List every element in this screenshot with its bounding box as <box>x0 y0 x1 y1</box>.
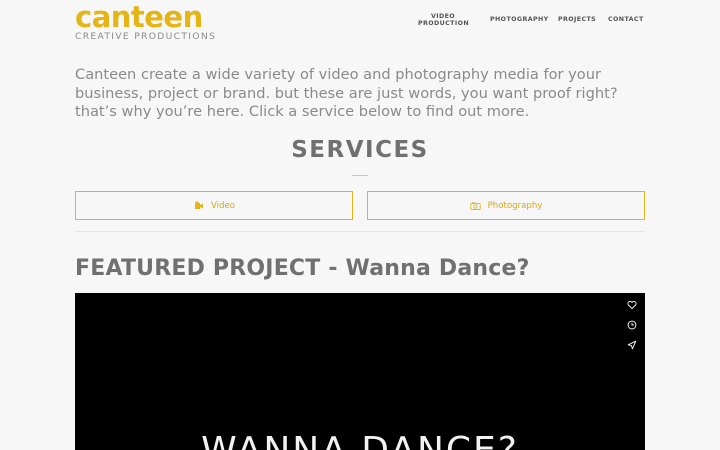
featured-video-player[interactable]: WANNA DANCE? <box>75 293 645 450</box>
site-header: canteen CREATIVE PRODUCTIONS VIDEO PRODU… <box>0 0 720 50</box>
nav-item-projects[interactable]: PROJECTS <box>558 16 596 23</box>
share-icon[interactable] <box>626 339 638 351</box>
video-service-label: Video <box>210 200 236 211</box>
logo-tagline: CREATIVE PRODUCTIONS <box>75 31 217 42</box>
video-camera-icon <box>193 200 205 212</box>
camera-icon <box>470 200 482 212</box>
featured-project-heading: FEATURED PROJECT - Wanna Dance? <box>75 256 530 281</box>
nav-item-video-production[interactable]: VIDEO PRODUCTION <box>418 13 469 27</box>
clock-icon[interactable] <box>626 319 638 331</box>
nav-item-contact[interactable]: CONTACT <box>608 16 644 23</box>
services-divider <box>352 175 368 176</box>
video-title-text: WANNA DANCE? <box>75 430 645 450</box>
brand-logo[interactable]: canteen CREATIVE PRODUCTIONS <box>75 2 216 42</box>
photography-service-label: Photography <box>487 200 543 211</box>
section-divider <box>75 231 645 232</box>
video-service-button[interactable]: Video <box>75 191 353 220</box>
heart-icon[interactable] <box>626 299 638 311</box>
photography-service-button[interactable]: Photography <box>367 191 645 220</box>
services-heading: SERVICES <box>291 137 429 163</box>
video-actions <box>626 299 638 351</box>
nav-item-photography[interactable]: PHOTOGRAPHY <box>490 16 549 23</box>
logo-wordmark: canteen <box>75 0 203 34</box>
intro-paragraph: Canteen create a wide variety of video a… <box>75 66 618 120</box>
